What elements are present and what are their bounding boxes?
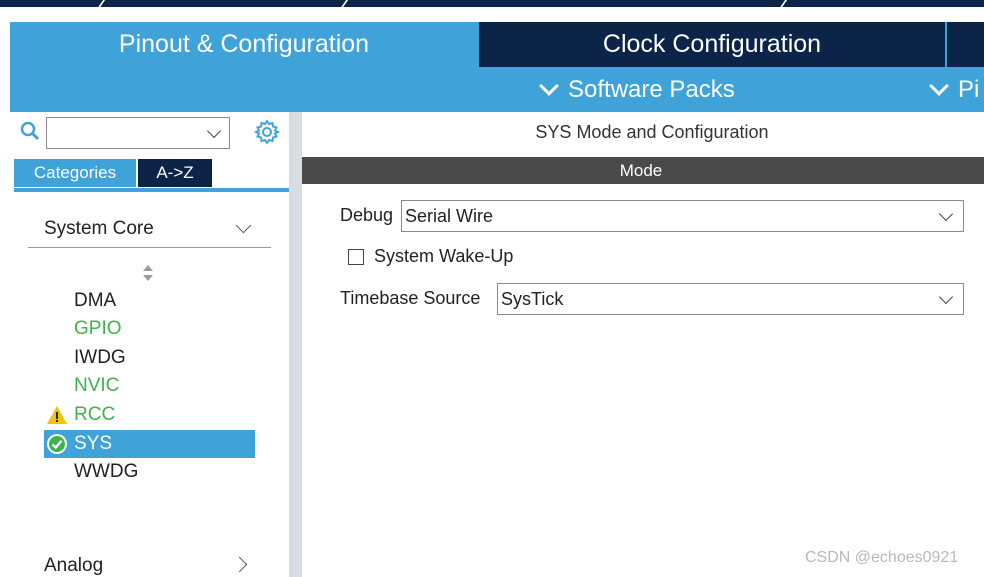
gear-icon[interactable] xyxy=(254,119,280,145)
timebase-source-value: SysTick xyxy=(501,288,564,309)
search-icon[interactable] xyxy=(20,120,40,144)
pinout-menu-truncated[interactable]: Pi xyxy=(929,67,980,112)
chevron-down-icon[interactable] xyxy=(938,289,954,305)
list-item-nvic[interactable]: NVIC xyxy=(44,372,255,400)
section-analog[interactable]: Analog xyxy=(44,555,103,577)
category-view-tabs: Categories A->Z xyxy=(14,159,289,189)
list-item-label: RCC xyxy=(74,404,116,425)
mode-section-header[interactable]: Mode xyxy=(302,157,984,184)
chevron-down-icon[interactable] xyxy=(938,206,954,222)
categories-panel: Categories A->Z System Core DMA GPIO IWD… xyxy=(10,112,289,577)
warning-icon xyxy=(47,406,67,424)
list-item-wwdg[interactable]: WWDG xyxy=(44,458,255,486)
pinout-menu-label: Pi xyxy=(958,75,980,103)
list-item-label: NVIC xyxy=(74,375,120,396)
chevron-down-icon xyxy=(929,75,949,96)
list-item-label: WWDG xyxy=(74,461,139,482)
list-item-label: GPIO xyxy=(74,318,122,339)
main-tabs: Pinout & Configuration Clock Configurati… xyxy=(10,22,984,67)
list-item-label: SYS xyxy=(74,433,113,454)
chevron-down-icon[interactable] xyxy=(206,123,222,139)
check-circle-icon xyxy=(47,434,67,454)
list-item-iwdg[interactable]: IWDG xyxy=(44,344,255,372)
debug-label: Debug xyxy=(340,205,394,225)
tab-categories[interactable]: Categories xyxy=(14,159,136,187)
sys-configuration-panel: SYS Mode and Configuration Mode Debug Se… xyxy=(302,112,984,577)
secondary-menu-bar: Software Packs Pi xyxy=(10,67,984,112)
chevron-down-icon xyxy=(539,75,559,96)
watermark: CSDN @echoes0921 xyxy=(805,549,959,566)
list-item-label: DMA xyxy=(74,290,117,311)
debug-select[interactable]: Serial Wire xyxy=(401,200,964,232)
timebase-source-label: Timebase Source xyxy=(340,288,481,308)
top-strip xyxy=(0,0,984,22)
search-input[interactable] xyxy=(46,117,230,149)
panel-splitter[interactable] xyxy=(289,112,302,577)
system-wakeup-checkbox[interactable] xyxy=(348,249,364,265)
list-item-dma[interactable]: DMA xyxy=(44,287,255,315)
list-item-gpio[interactable]: GPIO xyxy=(44,315,255,343)
panel-title: SYS Mode and Configuration xyxy=(535,122,769,142)
system-wakeup-label[interactable]: System Wake-Up xyxy=(374,246,513,267)
section-divider xyxy=(28,247,271,248)
tab-pinout-configuration[interactable]: Pinout & Configuration xyxy=(10,22,478,67)
section-system-core[interactable]: System Core xyxy=(44,218,154,240)
list-item-sys[interactable]: SYS xyxy=(44,430,255,458)
tab-a-to-z[interactable]: A->Z xyxy=(138,159,212,187)
list-item-rcc[interactable]: RCC xyxy=(44,401,255,429)
category-tabs-underline xyxy=(14,188,289,192)
software-packs-menu[interactable]: Software Packs xyxy=(539,67,735,112)
sort-icon[interactable] xyxy=(142,264,154,282)
chevron-down-icon[interactable] xyxy=(235,217,252,234)
tab-clock-configuration[interactable]: Clock Configuration xyxy=(479,22,945,67)
mode-header-label: Mode xyxy=(619,160,663,180)
software-packs-label: Software Packs xyxy=(568,75,735,103)
list-item-label: IWDG xyxy=(74,347,126,368)
chevron-right-icon[interactable] xyxy=(231,556,248,573)
tab-next-truncated[interactable] xyxy=(947,22,984,67)
debug-select-value: Serial Wire xyxy=(405,205,494,226)
timebase-source-select[interactable]: SysTick xyxy=(497,283,964,315)
top-dark-bar xyxy=(0,0,984,7)
